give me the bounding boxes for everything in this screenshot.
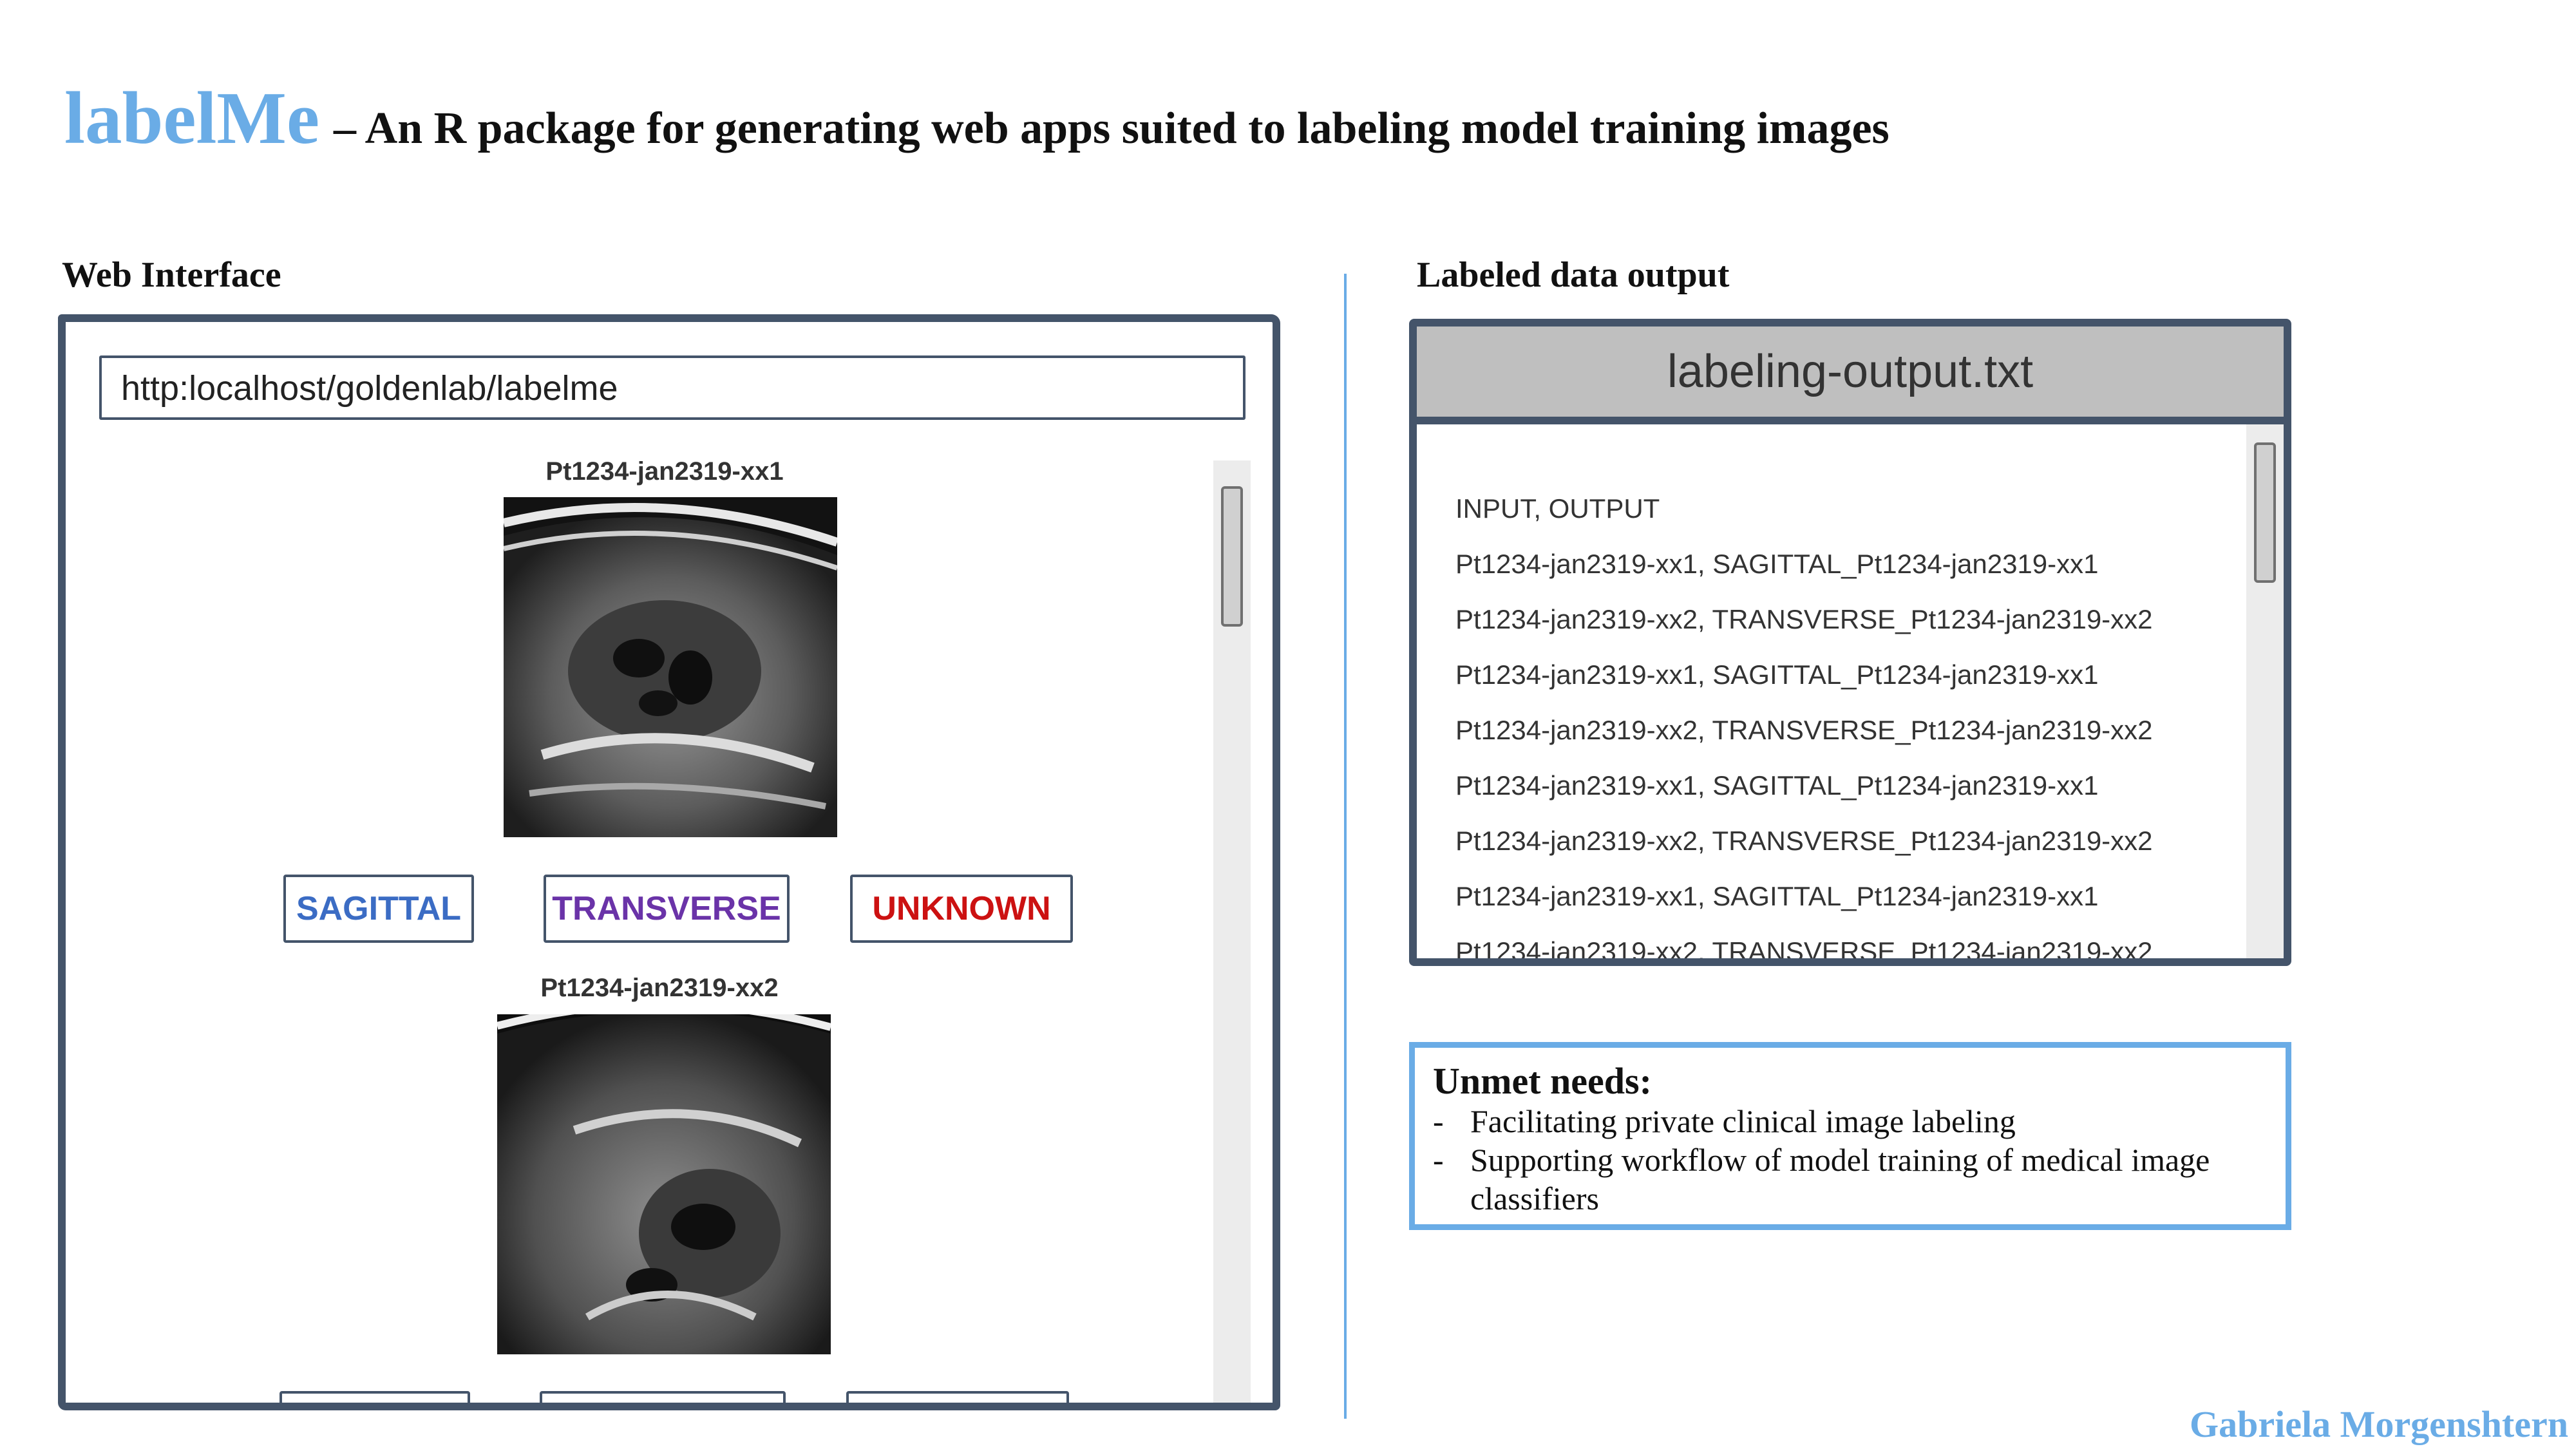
vertical-divider xyxy=(1344,274,1347,1419)
title-subtitle: – An R package for generating web apps s… xyxy=(334,104,1889,153)
output-lines: INPUT, OUTPUT Pt1234-jan2319-xx1, SAGITT… xyxy=(1455,481,2153,966)
output-line: Pt1234-jan2319-xx1, SAGITTAL_Pt1234-jan2… xyxy=(1455,659,2099,690)
output-line: Pt1234-jan2319-xx2, TRANSVERSE_Pt1234-ja… xyxy=(1455,604,2153,634)
output-line: Pt1234-jan2319-xx2, TRANSVERSE_Pt1234-ja… xyxy=(1455,826,2153,856)
ultrasound-image-2 xyxy=(497,1014,831,1354)
need-item: - Supporting workflow of model training … xyxy=(1433,1141,2268,1218)
package-name: labelMe xyxy=(64,77,319,159)
image-caption-1: Pt1234-jan2319-xx1 xyxy=(545,457,784,486)
output-line: Pt1234-jan2319-xx1, SAGITTAL_Pt1234-jan2… xyxy=(1455,881,2099,911)
web-interface-heading: Web Interface xyxy=(62,255,281,295)
bullet-dash: - xyxy=(1433,1103,1444,1139)
output-scrollbar-thumb[interactable] xyxy=(2254,442,2276,583)
transverse-button[interactable]: TRANSVERSE xyxy=(544,875,790,943)
scrollbar-thumb[interactable] xyxy=(1221,486,1243,627)
output-line: Pt1234-jan2319-xx2, TRANSVERSE_Pt1234-ja… xyxy=(1455,715,2153,745)
need-item: - Facilitating private clinical image la… xyxy=(1433,1102,2268,1141)
need-text: Supporting workflow of model training of… xyxy=(1470,1142,2210,1217)
unmet-needs-box: Unmet needs: - Facilitating private clin… xyxy=(1409,1042,2291,1230)
output-line: INPUT, OUTPUT xyxy=(1455,493,1660,524)
unknown-button-2[interactable]: UNKNOWN xyxy=(846,1391,1069,1403)
output-heading: Labeled data output xyxy=(1417,255,1730,295)
unmet-needs-title: Unmet needs: xyxy=(1433,1060,1652,1102)
ultrasound-image-1 xyxy=(504,497,837,837)
sagittal-button-2[interactable]: SAGITTAL xyxy=(279,1391,470,1403)
transverse-button-2[interactable]: TRANSVERSE xyxy=(540,1391,786,1403)
output-scrollbar[interactable] xyxy=(2246,424,2284,958)
scrollbar[interactable] xyxy=(1213,460,1251,1403)
need-text: Facilitating private clinical image labe… xyxy=(1470,1103,2016,1139)
sagittal-button[interactable]: SAGITTAL xyxy=(283,875,474,943)
output-line: Pt1234-jan2319-xx1, SAGITTAL_Pt1234-jan2… xyxy=(1455,549,2099,579)
author-name: Gabriela Morgenshtern xyxy=(2190,1403,2568,1445)
output-line: Pt1234-jan2319-xx1, SAGITTAL_Pt1234-jan2… xyxy=(1455,770,2099,800)
web-interface-window: http:localhost/goldenlab/labelme Pt1234-… xyxy=(58,314,1280,1410)
slide-title: labelMe – An R package for generating web… xyxy=(64,76,1889,161)
image-caption-2: Pt1234-jan2319-xx2 xyxy=(540,974,779,1002)
unknown-button[interactable]: UNKNOWN xyxy=(850,875,1073,943)
output-filename: labeling-output.txt xyxy=(1417,327,2284,424)
output-file-window: labeling-output.txt INPUT, OUTPUT Pt1234… xyxy=(1409,319,2291,966)
url-bar[interactable]: http:localhost/goldenlab/labelme xyxy=(99,355,1245,420)
bullet-dash: - xyxy=(1433,1142,1444,1178)
output-line: Pt1234-jan2319-xx2, TRANSVERSE_Pt1234-ja… xyxy=(1455,936,2153,966)
